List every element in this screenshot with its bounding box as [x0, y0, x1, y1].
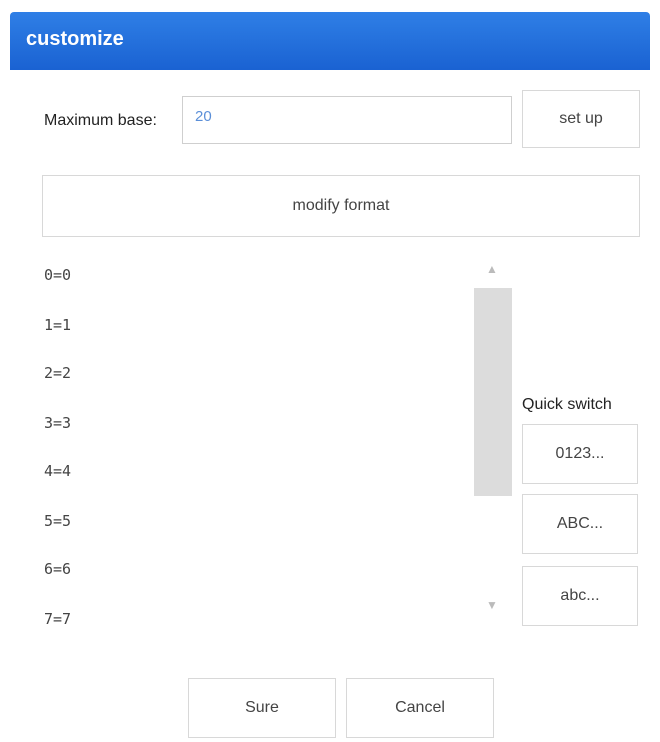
set-up-button[interactable]: set up	[522, 90, 640, 148]
list-item: 4=4	[44, 462, 72, 480]
max-base-input[interactable]: 20	[182, 96, 512, 144]
title-bar: customize	[10, 12, 650, 70]
list-item: 6=6	[44, 560, 72, 578]
modify-format-button[interactable]: modify format	[42, 175, 640, 237]
list-item: 3=3	[44, 414, 72, 432]
cancel-button[interactable]: Cancel	[346, 678, 494, 738]
list-item: 7=7	[44, 610, 72, 628]
quick-switch-lowercase-button[interactable]: abc...	[522, 566, 638, 626]
quick-switch-digits-button[interactable]: 0123...	[522, 424, 638, 484]
list-item: 2=2	[44, 364, 72, 382]
quick-switch-uppercase-button[interactable]: ABC...	[522, 494, 638, 554]
scroll-thumb[interactable]	[474, 288, 512, 496]
list-item: 1=1	[44, 316, 72, 334]
scroll-up-icon[interactable]: ▲	[486, 262, 498, 276]
quick-switch-label: Quick switch	[522, 396, 612, 413]
list-item: 0=0	[44, 266, 72, 284]
list-scrollbar[interactable]: ▲ ▼	[474, 250, 512, 628]
sure-button[interactable]: Sure	[188, 678, 336, 738]
list-item: 5=5	[44, 512, 72, 530]
window-title: customize	[26, 28, 124, 50]
scroll-down-icon[interactable]: ▼	[486, 598, 498, 612]
max-base-label: Maximum base:	[44, 112, 157, 129]
